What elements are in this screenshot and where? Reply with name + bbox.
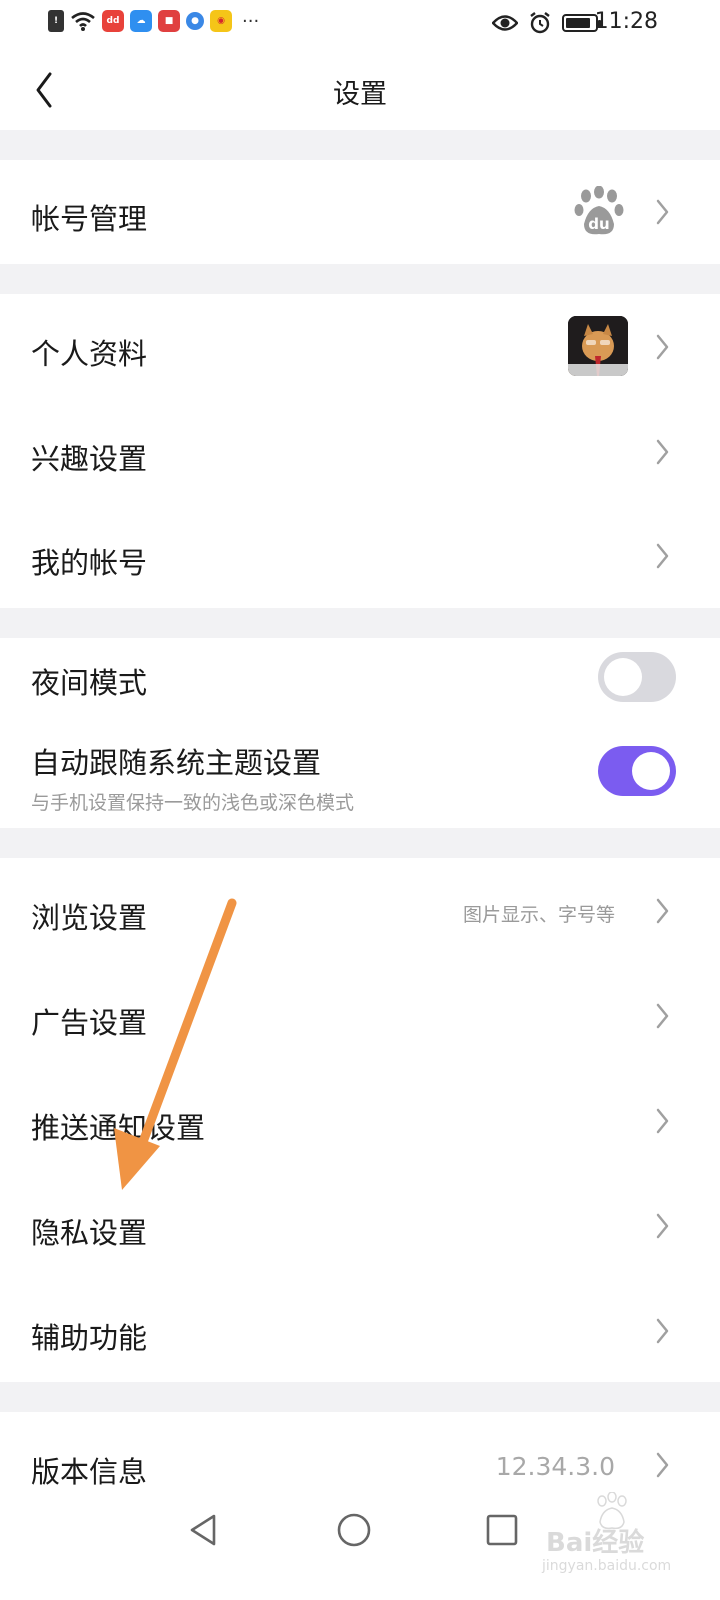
row-label: 广告设置 — [31, 1006, 148, 1040]
wifi-icon — [71, 12, 95, 31]
chevron-right-icon — [656, 199, 669, 225]
chevron-right-icon — [656, 1213, 669, 1239]
night-mode-toggle[interactable] — [598, 652, 676, 702]
toggle-knob — [604, 658, 642, 696]
browse-settings-row[interactable]: 浏览设置 图片显示、字号等 — [0, 858, 720, 963]
auto-theme-toggle[interactable] — [598, 746, 676, 796]
night-mode-row: 夜间模式 — [0, 638, 720, 718]
app-red2-icon: ■ — [158, 10, 180, 32]
row-label: 辅助功能 — [31, 1321, 148, 1355]
row-label: 版本信息 — [31, 1455, 148, 1489]
theme-group: 夜间模式 自动跟随系统主题设置 与手机设置保持一致的浅色或深色模式 — [0, 638, 720, 828]
more-notifications: ··· — [242, 10, 260, 32]
row-label: 个人资料 — [31, 337, 148, 371]
my-account-row[interactable]: 我的帐号 — [0, 504, 720, 608]
eye-icon — [492, 15, 518, 31]
toggle-knob — [632, 752, 670, 790]
chevron-right-icon — [656, 898, 669, 924]
settings-group: 浏览设置 图片显示、字号等 广告设置 推送通知设置 隐私设置 辅助功能 — [0, 858, 720, 1382]
row-label: 兴趣设置 — [31, 442, 148, 476]
system-icons — [492, 11, 601, 35]
row-label: 我的帐号 — [31, 546, 148, 580]
row-label: 浏览设置 — [31, 901, 148, 935]
notification-icons: ! dd ☁ ■ ● ◉ ··· — [48, 10, 259, 32]
interest-settings-row[interactable]: 兴趣设置 — [0, 399, 720, 504]
baidu-paw-icon: du — [574, 186, 624, 235]
profile-group: 个人资料 兴趣设置 我的帐号 — [0, 294, 720, 608]
chevron-right-icon — [656, 439, 669, 465]
page-title: 设置 — [333, 79, 387, 110]
svg-text:du: du — [588, 215, 609, 233]
header: 设置 — [0, 46, 720, 130]
nav-recents-button[interactable] — [482, 1510, 522, 1550]
browser-app-icon: ● — [186, 12, 204, 30]
weather-app-icon: ☁ — [130, 10, 152, 32]
version-number: 12.34.3.0 — [495, 1452, 615, 1481]
row-value: 图片显示、字号等 — [462, 904, 615, 926]
baidu-jingyan-watermark: Bai经验 jingyan.baidu.com — [540, 1492, 690, 1582]
chevron-right-icon — [656, 1318, 669, 1344]
auto-theme-row: 自动跟随系统主题设置 与手机设置保持一致的浅色或深色模式 — [0, 728, 720, 818]
nav-back-button[interactable] — [184, 1510, 224, 1550]
chevron-right-icon — [656, 1003, 669, 1029]
row-label: 帐号管理 — [31, 202, 148, 236]
push-settings-row[interactable]: 推送通知设置 — [0, 1068, 720, 1173]
avatar — [568, 316, 628, 376]
nav-home-button[interactable] — [334, 1510, 374, 1550]
ad-settings-row[interactable]: 广告设置 — [0, 963, 720, 1068]
watermark-title: Bai经验 — [546, 1528, 645, 1558]
row-sublabel: 与手机设置保持一致的浅色或深色模式 — [31, 792, 355, 814]
account-group: 帐号管理 du — [0, 160, 720, 264]
row-label: 夜间模式 — [31, 666, 148, 700]
account-management-row[interactable]: 帐号管理 du — [0, 160, 720, 264]
clock: 11:28 — [594, 9, 658, 34]
personal-info-row[interactable]: 个人资料 — [0, 294, 720, 399]
watermark-url: jingyan.baidu.com — [542, 1558, 672, 1574]
status-bar: ! dd ☁ ■ ● ◉ ··· 11:28 — [0, 0, 720, 46]
avatar-image — [568, 316, 628, 376]
row-label: 自动跟随系统主题设置 — [31, 746, 322, 780]
chevron-right-icon — [656, 334, 669, 360]
weibo-app-icon: ◉ — [210, 10, 232, 32]
alarm-icon — [530, 12, 550, 34]
accessibility-row[interactable]: 辅助功能 — [0, 1278, 720, 1382]
row-label: 隐私设置 — [31, 1216, 148, 1250]
privacy-settings-row[interactable]: 隐私设置 — [0, 1173, 720, 1278]
row-label: 推送通知设置 — [31, 1111, 206, 1145]
chevron-right-icon — [656, 1108, 669, 1134]
chevron-right-icon — [656, 1452, 669, 1478]
app-red-icon: dd — [102, 10, 124, 32]
alert-icon: ! — [48, 10, 64, 32]
battery-icon — [562, 14, 601, 32]
chevron-right-icon — [656, 543, 669, 569]
